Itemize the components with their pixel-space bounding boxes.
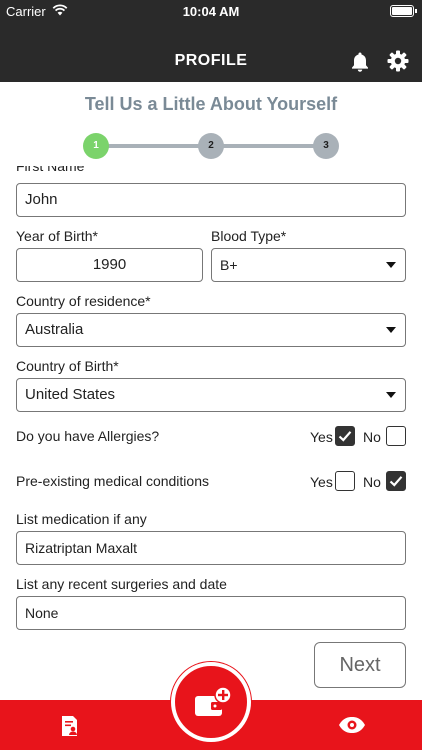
document-user-icon[interactable] bbox=[58, 714, 82, 738]
first-name-label: First Name bbox=[16, 166, 85, 174]
step-2: 2 bbox=[198, 133, 224, 159]
surgeries-input[interactable]: None bbox=[16, 596, 406, 630]
add-wallet-icon bbox=[195, 686, 232, 716]
bell-icon[interactable] bbox=[348, 50, 372, 74]
year-of-birth-input[interactable]: 1990 bbox=[16, 248, 203, 282]
battery-icon bbox=[390, 5, 417, 17]
conditions-yes-checkbox[interactable] bbox=[335, 471, 355, 491]
country-residence-value: Australia bbox=[25, 321, 84, 338]
step-1: 1 bbox=[83, 133, 109, 159]
progress-stepper: 1 2 3 bbox=[83, 133, 339, 159]
dropdown-arrow-icon bbox=[386, 262, 396, 268]
dropdown-arrow-icon bbox=[386, 327, 396, 333]
year-of-birth-label: Year of Birth* bbox=[16, 228, 98, 244]
conditions-question: Pre-existing medical conditions bbox=[16, 473, 209, 489]
allergies-no-checkbox[interactable] bbox=[386, 426, 406, 446]
blood-type-label: Blood Type* bbox=[211, 228, 287, 244]
blood-type-select[interactable]: B+ bbox=[211, 248, 406, 282]
conditions-no-checkbox[interactable] bbox=[386, 471, 406, 491]
nav-bar: PROFILE bbox=[0, 22, 422, 82]
conditions-no-label: No bbox=[363, 474, 381, 490]
medication-label: List medication if any bbox=[16, 511, 147, 527]
step-3: 3 bbox=[313, 133, 339, 159]
medication-input[interactable]: Rizatriptan Maxalt bbox=[16, 531, 406, 565]
status-bar: Carrier 10:04 AM bbox=[0, 0, 422, 22]
section-heading: Tell Us a Little About Yourself bbox=[84, 94, 338, 114]
status-time: 10:04 AM bbox=[182, 4, 240, 19]
allergies-question: Do you have Allergies? bbox=[16, 428, 160, 444]
country-birth-value: United States bbox=[25, 386, 116, 403]
first-name-input[interactable]: John bbox=[16, 183, 406, 217]
allergies-yes-checkbox[interactable] bbox=[335, 426, 355, 446]
allergies-no-label: No bbox=[363, 429, 381, 445]
checkmark-icon bbox=[389, 476, 403, 487]
country-birth-select[interactable]: United States bbox=[16, 378, 406, 412]
country-residence-label: Country of residence* bbox=[16, 293, 151, 309]
surgeries-label: List any recent surgeries and date bbox=[16, 576, 227, 592]
gear-icon[interactable] bbox=[386, 49, 410, 73]
profile-form[interactable]: First Name John Year of Birth* 1990 Bloo… bbox=[0, 166, 422, 700]
eye-icon[interactable] bbox=[338, 716, 366, 734]
checkmark-icon bbox=[338, 431, 352, 442]
conditions-yes-label: Yes bbox=[310, 474, 333, 490]
country-residence-select[interactable]: Australia bbox=[16, 313, 406, 347]
dropdown-arrow-icon bbox=[386, 392, 396, 398]
blood-type-value: B+ bbox=[220, 257, 238, 273]
allergies-yes-label: Yes bbox=[310, 429, 333, 445]
next-button[interactable]: Next bbox=[314, 642, 406, 688]
add-wallet-button[interactable] bbox=[171, 662, 251, 742]
country-birth-label: Country of Birth* bbox=[16, 358, 119, 374]
